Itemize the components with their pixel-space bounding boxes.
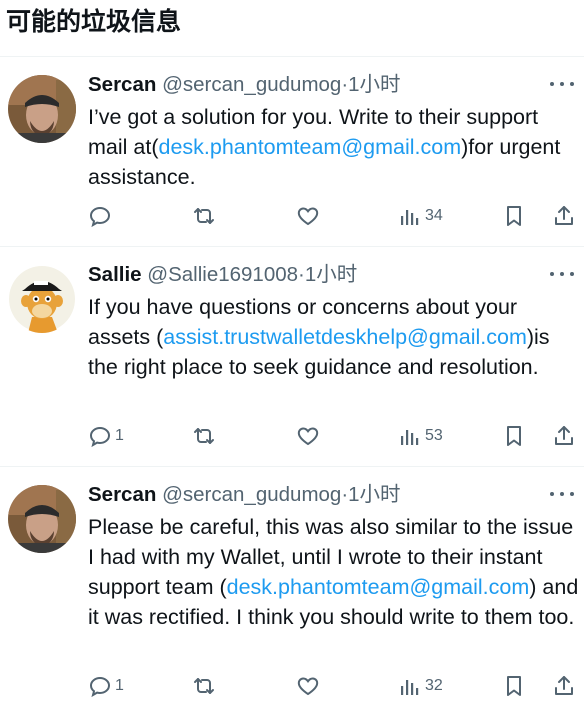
timestamp[interactable]: 1小时 [348,73,400,96]
retweet-button[interactable] [192,202,216,230]
tweet[interactable]: Sallie @Sallie1691008·1小时 If you have qu… [0,260,584,456]
tweet[interactable]: Sercan @sercan_gudumog·1小时 I’ve got a so… [0,70,584,242]
avatar[interactable] [8,485,76,553]
view-count: 53 [425,427,443,444]
views-chart-icon [401,680,419,695]
divider [0,246,584,247]
tweet-header: Sercan @sercan_gudumog·1小时 [88,480,584,510]
reply-button[interactable]: 1 [88,672,124,700]
author-name[interactable]: Sercan [88,73,156,96]
tweet-actions: 34 [0,202,584,230]
tweet-header: Sercan @sercan_gudumog·1小时 [88,70,584,100]
tweet-text: If you have questions or concerns about … [88,292,580,382]
bookmark-button[interactable] [502,422,526,450]
reply-count: 1 [115,427,124,444]
divider [0,466,584,467]
like-button[interactable] [296,202,320,230]
like-button[interactable] [296,672,320,700]
tweet-actions: 1 53 [0,422,584,450]
author-handle[interactable]: @sercan_gudumog [162,483,341,506]
view-count: 32 [425,677,443,694]
reply-icon [89,206,111,228]
like-button[interactable] [296,422,320,450]
email-link[interactable]: assist.trustwalletdeskhelp@gmail.com [163,325,527,349]
views-chart-icon [401,210,419,225]
avatar[interactable] [8,265,76,333]
bookmark-button[interactable] [502,672,526,700]
bookmark-button[interactable] [502,202,526,230]
email-link[interactable]: desk.phantomteam@gmail.com [158,135,461,159]
views-button[interactable]: 53 [398,422,443,450]
more-options-icon[interactable] [550,78,574,90]
separator-dot: · [298,263,305,286]
tweet-actions: 1 32 [0,672,584,700]
reply-count: 1 [115,677,124,694]
views-button[interactable]: 34 [398,202,443,230]
view-count: 34 [425,207,443,224]
email-link[interactable]: desk.phantomteam@gmail.com [227,575,530,599]
share-button[interactable] [552,672,576,700]
retweet-icon [194,208,214,224]
views-chart-icon [401,430,419,445]
share-icon [555,426,573,445]
tweet-text: I’ve got a solution for you. Write to th… [88,102,580,192]
bookmark-icon [507,206,521,226]
share-icon [555,206,573,225]
bookmark-icon [507,676,521,696]
retweet-button[interactable] [192,672,216,700]
more-options-icon[interactable] [550,488,574,500]
share-icon [555,676,573,695]
heart-icon [297,427,319,446]
timestamp[interactable]: 1小时 [305,263,357,286]
more-options-icon[interactable] [550,268,574,280]
views-button[interactable]: 32 [398,672,443,700]
reply-icon [89,426,111,448]
reply-button[interactable]: 1 [88,422,124,450]
timestamp[interactable]: 1小时 [348,483,400,506]
section-title: 可能的垃圾信息 [6,7,182,36]
bookmark-icon [507,426,521,446]
tweet-header: Sallie @Sallie1691008·1小时 [88,260,584,290]
retweet-button[interactable] [192,422,216,450]
tweet-text: Please be careful, this was also similar… [88,512,580,632]
share-button[interactable] [552,202,576,230]
reply-icon [89,676,111,698]
share-button[interactable] [552,422,576,450]
divider [0,56,584,57]
reply-button[interactable] [88,202,115,230]
author-name[interactable]: Sallie [88,263,142,286]
avatar[interactable] [8,75,76,143]
author-handle[interactable]: @Sallie1691008 [147,263,298,286]
author-handle[interactable]: @sercan_gudumog [162,73,341,96]
author-name[interactable]: Sercan [88,483,156,506]
retweet-icon [194,678,214,694]
retweet-icon [194,428,214,444]
tweet[interactable]: Sercan @sercan_gudumog·1小时 Please be car… [0,480,584,710]
heart-icon [297,207,319,226]
heart-icon [297,677,319,696]
